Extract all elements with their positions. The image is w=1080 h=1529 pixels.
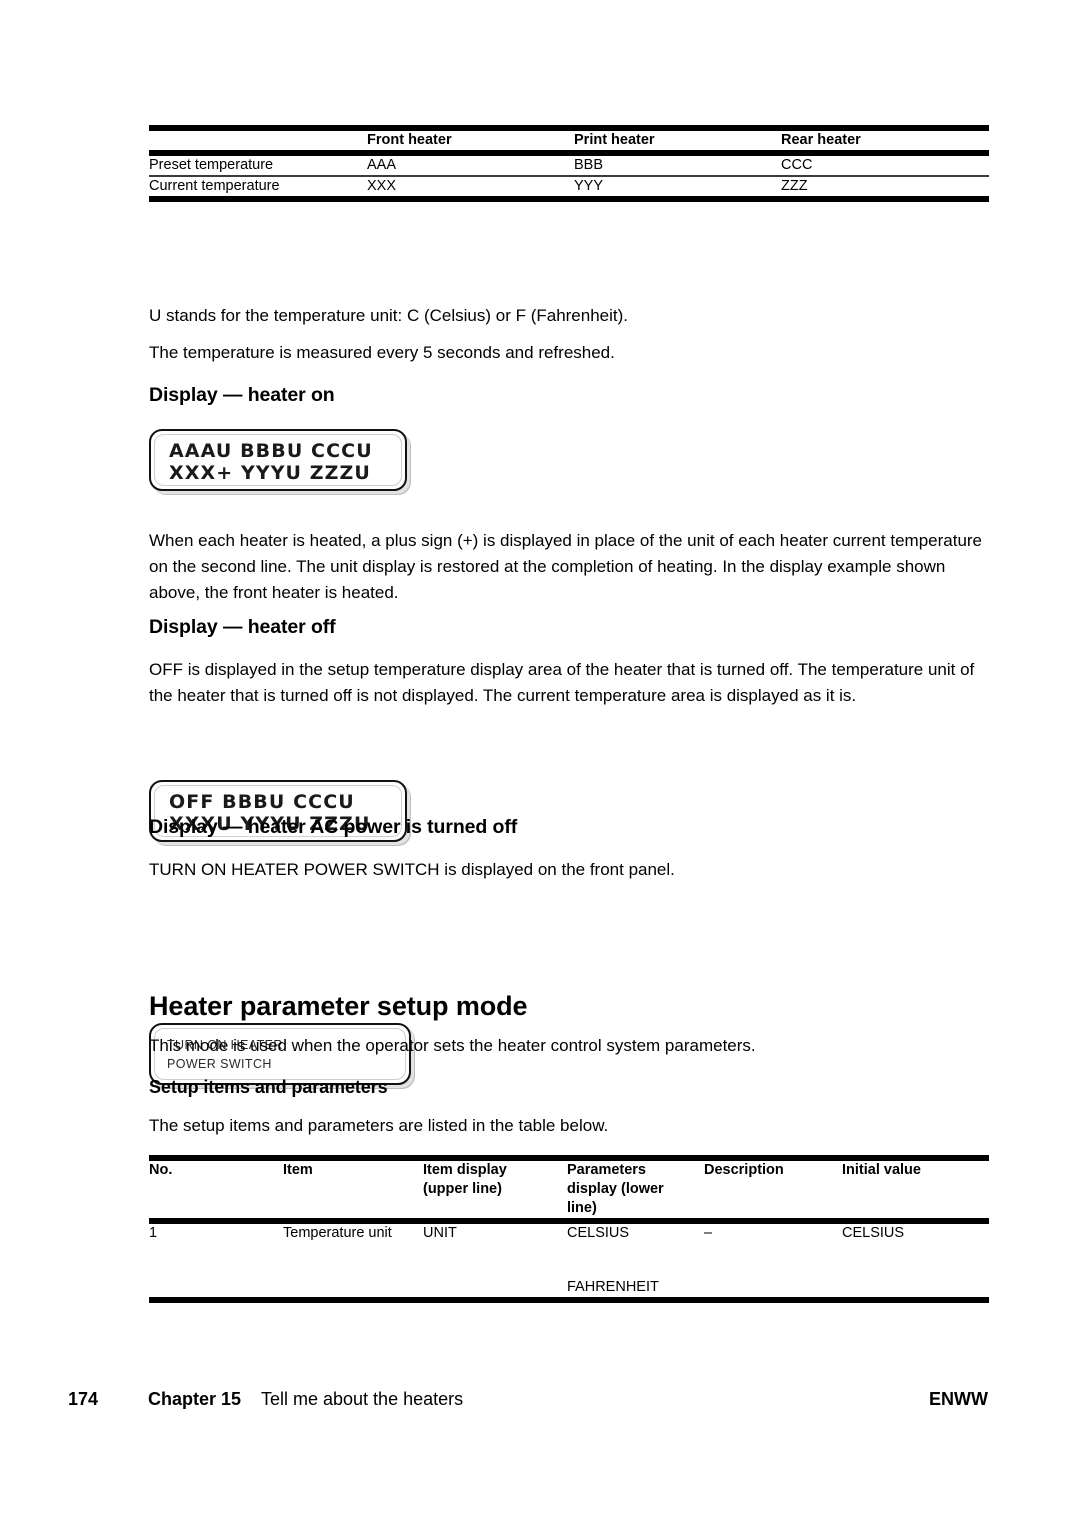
heater-ac-off-section: Display — heater AC power is turned off	[149, 816, 989, 839]
setup-items-section: Setup items and parameters	[149, 1077, 989, 1098]
parameters-table: No. Item Item display (upper line) Param…	[149, 1161, 989, 1218]
setup-mode-section: Heater parameter setup mode	[149, 991, 989, 1022]
lcd-line-1: OFF BBBU CCCU	[169, 791, 355, 813]
heater-ac-off-body-text: TURN ON HEATER POWER SWITCH is displayed…	[149, 860, 675, 879]
cell-preset-print: BBB	[574, 157, 604, 174]
column-header-print-heater: Print heater	[574, 132, 655, 148]
column-header-item-display: Item display (upper line)	[423, 1161, 567, 1218]
lcd-line-1: AAAU BBBU CCCU	[169, 440, 373, 462]
setup-mode-heading: Heater parameter setup mode	[149, 991, 528, 1021]
params-table-bottom-rule	[149, 1296, 989, 1303]
document-page: Front heater Print heater Rear heater Pr…	[0, 0, 1080, 1529]
lcd-line-2: XXX+ YYYU ZZZU	[169, 462, 371, 484]
cell-preset-front: AAA	[367, 157, 397, 174]
footer-chapter-title: Tell me about the heaters	[261, 1389, 464, 1409]
column-header-no: No.	[149, 1162, 173, 1178]
heater-ac-off-heading: Display — heater AC power is turned off	[149, 816, 518, 838]
setup-items-heading: Setup items and parameters	[149, 1077, 388, 1097]
heater-on-heading: Display — heater on	[149, 384, 335, 406]
heater-ac-off-body: TURN ON HEATER POWER SWITCH is displayed…	[149, 857, 989, 883]
cell-parameters-spacer	[567, 1244, 704, 1278]
footer-page-number: 174	[68, 1389, 99, 1409]
cell-preset-rear: CCC	[781, 157, 813, 174]
setup-items-body-text: The setup items and parameters are liste…	[149, 1116, 609, 1135]
column-header-parameters-display-line1: Parameters	[567, 1162, 646, 1178]
cell-current-print: YYY	[574, 178, 604, 195]
cell-item-display: UNIT	[423, 1225, 457, 1242]
column-header-item: Item	[283, 1162, 313, 1178]
cell-no: 1	[149, 1225, 158, 1242]
cell-parameters-display: CELSIUS FAHRENHEIT	[567, 1224, 704, 1296]
column-header-parameters-display-line3: line)	[567, 1200, 597, 1217]
cell-parameters-display-fahrenheit: FAHRENHEIT	[567, 1278, 659, 1295]
heater-on-section: Display — heater on	[149, 384, 989, 407]
setup-mode-body: This mode is used when the operator sets…	[149, 1033, 989, 1059]
column-header-parameters-display-line2: display (lower	[567, 1181, 664, 1198]
footer-left-group: 174 Chapter 15 Tell me about the heaters	[68, 1389, 463, 1410]
column-header-item-display-line1: Item display	[423, 1162, 507, 1178]
column-header-initial-value: Initial value	[842, 1162, 921, 1178]
table-bottom-rule	[149, 196, 989, 203]
refresh-note: The temperature is measured every 5 seco…	[149, 340, 989, 366]
heater-on-body-text: When each heater is heated, a plus sign …	[149, 531, 983, 602]
column-header-rear-heater: Rear heater	[781, 132, 861, 148]
footer-imprint: ENWW	[929, 1389, 988, 1409]
unit-note-text: U stands for the temperature unit: C (Ce…	[149, 306, 629, 325]
cell-description: –	[704, 1225, 713, 1242]
cell-current-front: XXX	[367, 178, 397, 195]
cell-item: Temperature unit	[283, 1225, 392, 1242]
heater-off-section: Display — heater off	[149, 616, 989, 639]
heater-off-body-text: OFF is displayed in the setup temperatur…	[149, 660, 975, 705]
cell-parameters-display-celsius: CELSIUS	[567, 1225, 630, 1242]
footer-chapter: Chapter 15	[148, 1389, 242, 1409]
cell-initial-value: CELSIUS	[842, 1225, 905, 1242]
column-header-parameters-display: Parameters display (lower line)	[567, 1161, 704, 1218]
table-row: 1 Temperature unit UNIT CELSIUS FAHRENHE…	[149, 1224, 989, 1296]
cell-preset-temperature-label: Preset temperature	[149, 157, 274, 174]
lcd-display-heater-on: AAAU BBBU CCCU XXX+ YYYU ZZZU	[149, 429, 407, 491]
cell-current-temperature-label: Current temperature	[149, 178, 280, 195]
heater-off-body: OFF is displayed in the setup temperatur…	[149, 657, 989, 709]
table-header-row: Front heater Print heater Rear heater	[149, 131, 989, 150]
refresh-note-text: The temperature is measured every 5 seco…	[149, 343, 615, 362]
setup-mode-body-text: This mode is used when the operator sets…	[149, 1036, 756, 1055]
temperature-table: Front heater Print heater Rear heater	[149, 131, 989, 150]
column-header-blank	[149, 131, 367, 150]
params-header-row: No. Item Item display (upper line) Param…	[149, 1161, 989, 1218]
heater-off-heading: Display — heater off	[149, 616, 336, 638]
table-row: Preset temperature AAA BBB CCC	[149, 156, 989, 175]
heater-on-body: When each heater is heated, a plus sign …	[149, 528, 989, 605]
column-header-description: Description	[704, 1162, 784, 1178]
heater-on-lcd-wrap: AAAU BBBU CCCU XXX+ YYYU ZZZU	[149, 429, 989, 491]
column-header-front-heater: Front heater	[367, 132, 452, 148]
column-header-item-display-line2: (upper line)	[423, 1181, 502, 1198]
parameters-table-block: No. Item Item display (upper line) Param…	[149, 1155, 989, 1303]
cell-current-rear: ZZZ	[781, 178, 808, 195]
temperature-table-block: Front heater Print heater Rear heater Pr…	[149, 125, 989, 203]
setup-items-body: The setup items and parameters are liste…	[149, 1113, 989, 1139]
table-row: Current temperature XXX YYY ZZZ	[149, 177, 989, 196]
unit-note: U stands for the temperature unit: C (Ce…	[149, 303, 989, 329]
